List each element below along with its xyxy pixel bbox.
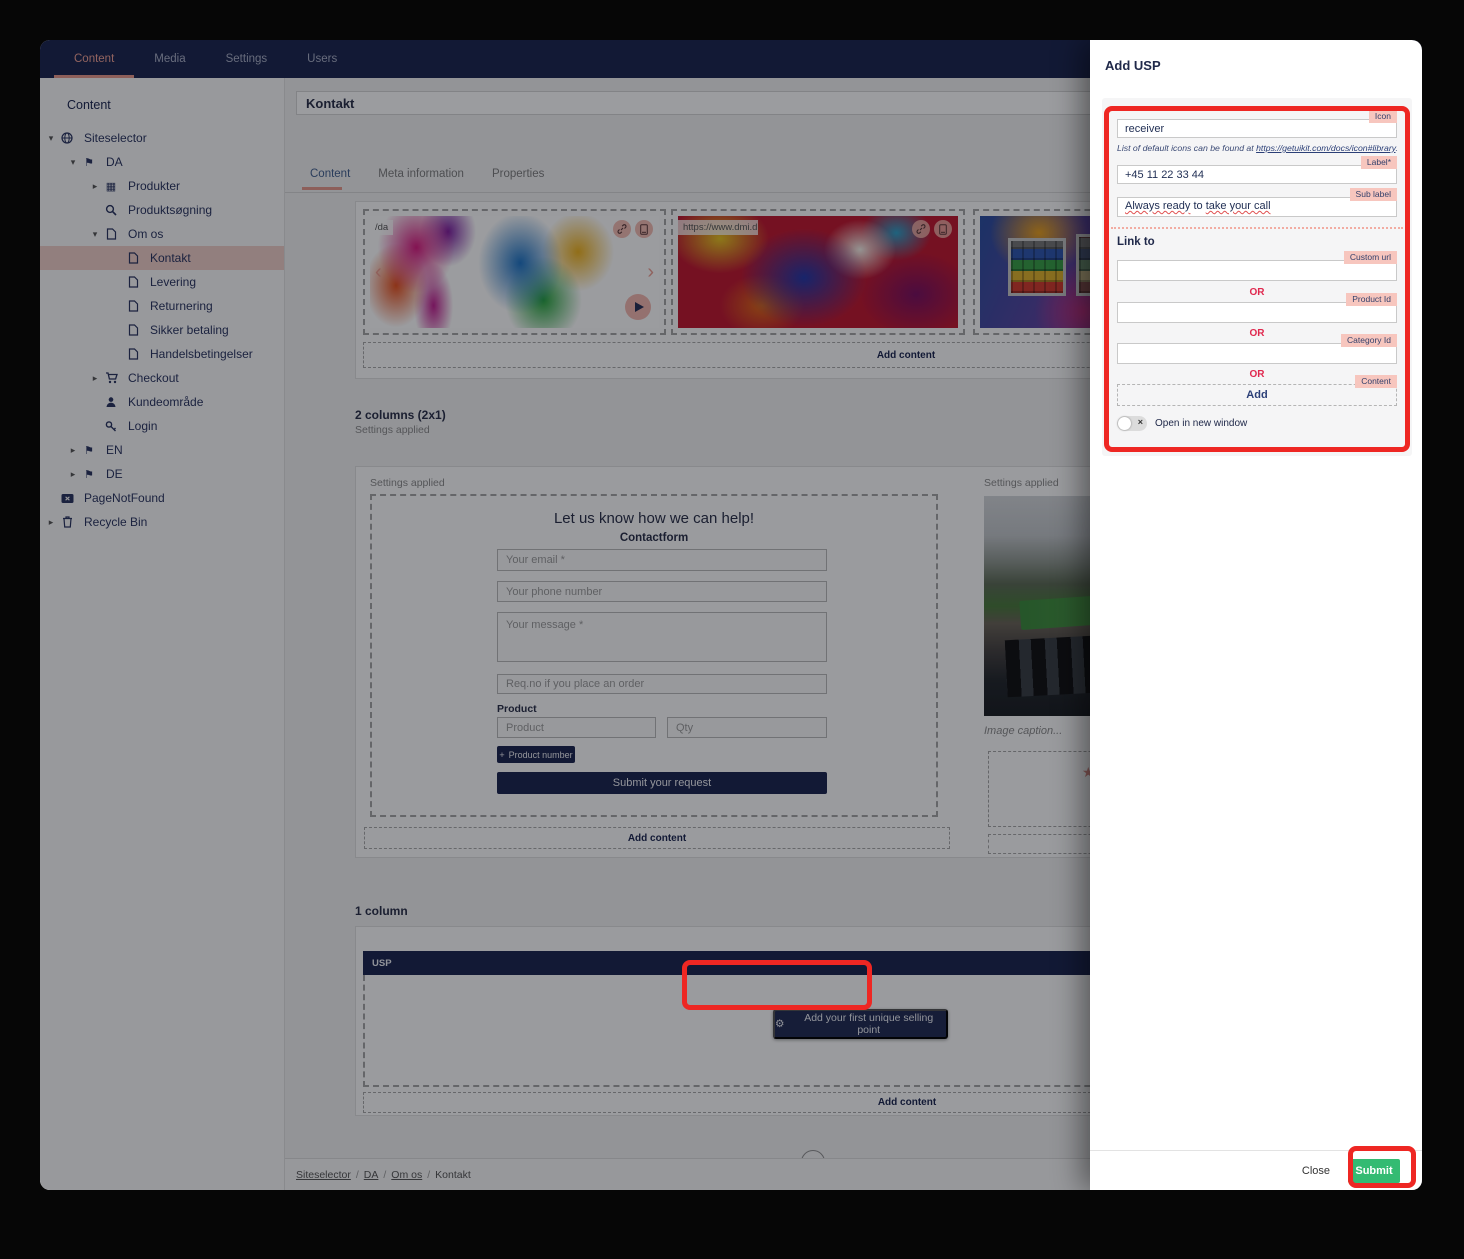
add-usp-panel: Add USP Icon List of default icons can b… <box>1090 40 1422 1190</box>
x-icon: × <box>1138 417 1143 427</box>
submit-button[interactable]: Submit <box>1348 1159 1400 1183</box>
category-id-badge: Category Id <box>1341 334 1397 347</box>
icon-library-link[interactable]: https://getuikit.com/docs/icon#library <box>1256 143 1395 153</box>
label-field-badge: Label* <box>1361 156 1397 169</box>
close-button[interactable]: Close <box>1302 1165 1330 1177</box>
product-id-badge: Product Id <box>1346 293 1397 306</box>
open-new-window-row[interactable]: × Open in new window <box>1117 416 1247 431</box>
panel-footer: Close Submit <box>1090 1150 1422 1190</box>
toggle-off-switch[interactable]: × <box>1117 416 1147 431</box>
usp-form: Icon List of default icons can be found … <box>1107 110 1407 446</box>
icon-helper-text: List of default icons can be found at ht… <box>1117 143 1402 153</box>
content-badge: Content <box>1355 375 1397 388</box>
link-to-heading: Link to <box>1117 236 1155 248</box>
app-window: Content Media Settings Users Content ▾ S… <box>40 40 1422 1190</box>
custom-url-badge: Custom url <box>1344 251 1397 264</box>
icon-input[interactable] <box>1117 119 1397 138</box>
label-input[interactable] <box>1117 165 1397 184</box>
panel-title: Add USP <box>1090 40 1422 73</box>
sublabel-field-badge: Sub label <box>1350 188 1397 201</box>
icon-field-badge: Icon <box>1369 110 1397 123</box>
section-divider <box>1111 227 1403 229</box>
